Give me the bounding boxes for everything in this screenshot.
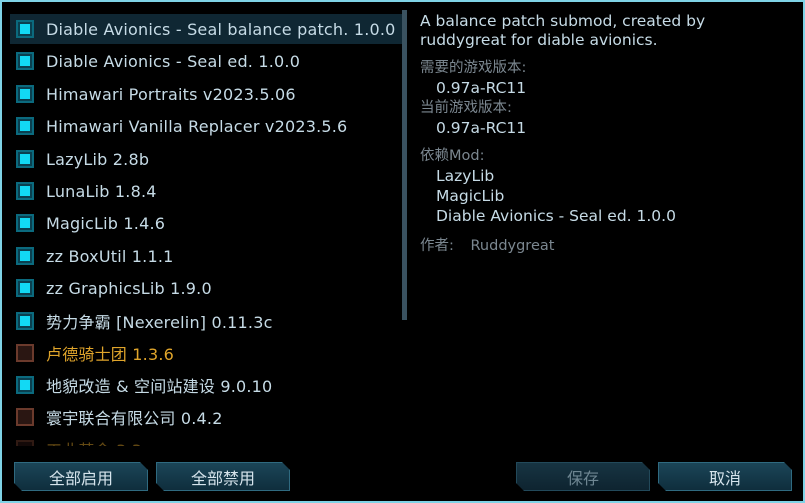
mod-label: Himawari Vanilla Replacer v2023.5.6: [46, 116, 348, 136]
checkbox[interactable]: [16, 312, 34, 330]
mod-label: 地貌改造 & 空间站建设 9.0.10: [46, 377, 273, 396]
mod-label: 卢德骑士团 1.3.6: [46, 345, 174, 364]
mod-label: LazyLib 2.8b: [46, 149, 150, 169]
mod-row[interactable]: zz GraphicsLib 1.9.0: [10, 273, 402, 303]
checkbox[interactable]: [16, 376, 34, 394]
checkbox[interactable]: [16, 150, 34, 168]
mod-row[interactable]: 卢德骑士团 1.3.6: [10, 338, 402, 368]
author-label: 作者:: [420, 238, 454, 254]
required-version-value: 0.97a-RC11: [436, 79, 527, 97]
mod-row[interactable]: 地貌改造 & 空间站建设 9.0.10: [10, 370, 402, 400]
mod-label: Diable Avionics - Seal ed. 1.0.0: [46, 51, 301, 71]
checkbox[interactable]: [16, 344, 34, 362]
checkbox[interactable]: [16, 408, 34, 426]
mod-row[interactable]: 工业革命 3.3.e: [10, 434, 402, 446]
mod-label: MagicLib 1.4.6: [46, 213, 166, 233]
checkbox[interactable]: [16, 247, 34, 265]
mod-row[interactable]: 势力争霸 [Nexerelin] 0.11.3c: [10, 306, 402, 336]
dependency-item: LazyLib: [436, 167, 495, 185]
mod-row[interactable]: Himawari Vanilla Replacer v2023.5.6: [10, 111, 402, 141]
mod-label: 工业革命 3.3.e: [46, 437, 157, 446]
mod-label: zz GraphicsLib 1.9.0: [46, 278, 212, 298]
checkbox[interactable]: [16, 117, 34, 135]
mod-row[interactable]: zz BoxUtil 1.1.1: [10, 241, 402, 271]
mod-row[interactable]: LunaLib 1.8.4: [10, 176, 402, 206]
mod-row[interactable]: Diable Avionics - Seal ed. 1.0.0: [10, 46, 402, 76]
save-button[interactable]: 保存: [516, 462, 650, 491]
mod-row[interactable]: MagicLib 1.4.6: [10, 208, 402, 238]
checkbox[interactable]: [16, 279, 34, 297]
author-value: Ruddygreat: [470, 238, 555, 254]
cancel-button[interactable]: 取消: [658, 462, 792, 491]
checkbox[interactable]: [16, 85, 34, 103]
checkbox[interactable]: [16, 52, 34, 70]
required-version-label: 需要的游戏版本:: [420, 60, 527, 76]
mod-label: Diable Avionics - Seal balance patch. 1.…: [46, 19, 396, 39]
mod-description: A balance patch submod, created by ruddy…: [420, 12, 706, 49]
checkbox[interactable]: [16, 214, 34, 232]
mod-row[interactable]: Himawari Portraits v2023.5.06: [10, 79, 402, 109]
mod-row[interactable]: LazyLib 2.8b: [10, 144, 402, 174]
mod-label: zz BoxUtil 1.1.1: [46, 246, 174, 266]
mod-list: Diable Avionics - Seal balance patch. 1.…: [10, 10, 404, 446]
mod-row[interactable]: 寰宇联合有限公司 0.4.2: [10, 402, 402, 432]
mod-row[interactable]: Diable Avionics - Seal balance patch. 1.…: [10, 14, 402, 44]
checkbox[interactable]: [16, 182, 34, 200]
checkbox[interactable]: [16, 20, 34, 38]
author-row: 作者: Ruddygreat: [420, 234, 795, 255]
mod-label: Himawari Portraits v2023.5.06: [46, 84, 296, 104]
mod-label: 势力争霸 [Nexerelin] 0.11.3c: [46, 313, 273, 332]
dependencies-label: 依赖Mod:: [420, 148, 485, 164]
mod-label: LunaLib 1.8.4: [46, 181, 157, 201]
mod-detail-panel: A balance patch submod, created by ruddy…: [420, 12, 795, 255]
mod-label: 寰宇联合有限公司 0.4.2: [46, 409, 223, 428]
current-version-value: 0.97a-RC11: [436, 119, 527, 137]
disable-all-button[interactable]: 全部禁用: [156, 462, 290, 491]
checkbox[interactable]: [16, 440, 34, 446]
enable-all-button[interactable]: 全部启用: [14, 462, 148, 491]
current-version-label: 当前游戏版本:: [420, 100, 512, 116]
dependency-item: MagicLib: [436, 187, 505, 205]
dependency-item: Diable Avionics - Seal ed. 1.0.0: [436, 207, 676, 225]
scrollbar[interactable]: [402, 10, 407, 320]
